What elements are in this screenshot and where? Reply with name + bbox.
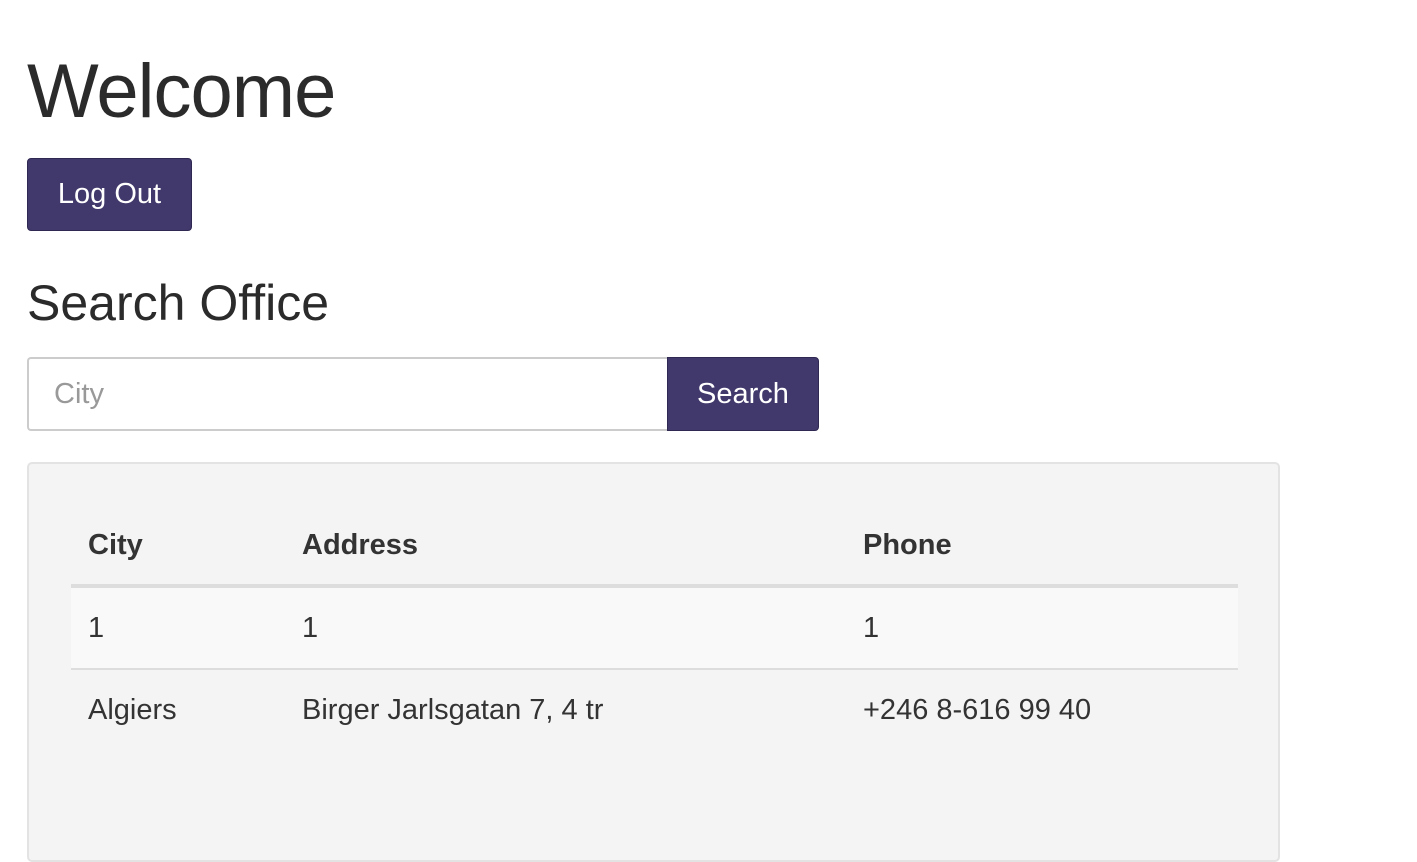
table-header-row: City Address Phone <box>71 506 1238 588</box>
cell-city: 1 <box>71 586 285 669</box>
cell-phone: +246 8-616 99 40 <box>846 668 1238 750</box>
search-office-title: Search Office <box>27 275 330 331</box>
column-header-phone: Phone <box>846 506 1238 588</box>
page: Welcome Log Out Search Office Search <box>0 0 1417 431</box>
column-header-city: City <box>71 506 285 588</box>
welcome-heading: Welcome <box>27 49 336 134</box>
column-header-address: Address <box>285 506 846 588</box>
cell-city: Algiers <box>71 668 285 750</box>
search-button[interactable]: Search <box>667 357 819 431</box>
cell-address: 1 <box>285 586 846 669</box>
offices-table: City Address Phone 1 1 1 Algiers Birger … <box>71 506 1238 750</box>
cell-phone: 1 <box>846 586 1238 669</box>
cell-address: Birger Jarlsgatan 7, 4 tr <box>285 668 846 750</box>
city-search-input[interactable] <box>27 357 667 431</box>
search-form: Search <box>27 357 819 431</box>
table-row: 1 1 1 <box>71 586 1238 669</box>
table-row: Algiers Birger Jarlsgatan 7, 4 tr +246 8… <box>71 668 1238 750</box>
results-panel: City Address Phone 1 1 1 Algiers Birger … <box>27 462 1280 862</box>
logout-button[interactable]: Log Out <box>27 158 192 231</box>
